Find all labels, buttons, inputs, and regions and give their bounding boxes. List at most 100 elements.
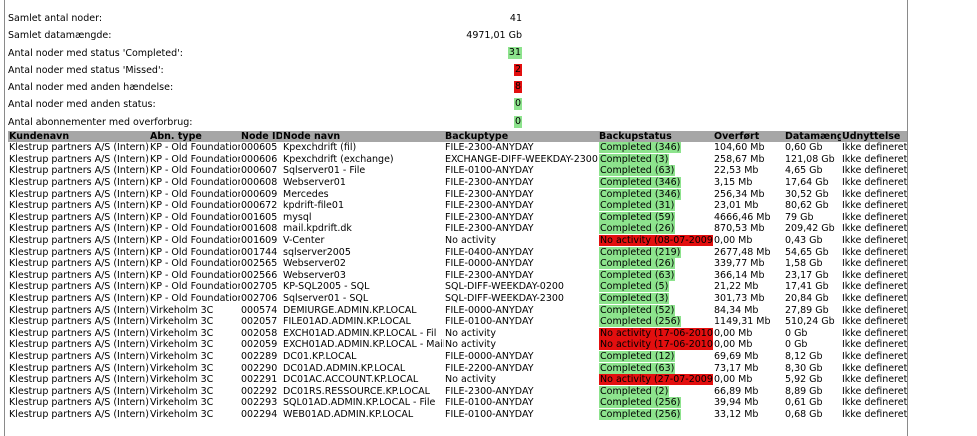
cell-data-amount: 0 Gb [785, 327, 808, 339]
cell-subscription-type: Virkeholm 3C [150, 339, 214, 351]
table-row[interactable]: Klestrup partners A/S (Intern) KP - Old F… [8, 200, 907, 212]
column-header-backup-status[interactable]: Backupstatus [598, 131, 713, 142]
table-row[interactable]: Klestrup partners A/S (Intern) KP - Old F… [8, 235, 908, 247]
status-badge: Completed (12) [599, 350, 676, 362]
cell-data-amount: 209,42 Gb [785, 223, 835, 235]
status-badge: Completed (63) [599, 362, 676, 374]
cell-backup-status: Completed (346) [598, 188, 713, 200]
cell-data-amount: 0,60 Gb [785, 142, 823, 154]
cell-subscription-type: Virkeholm 3C [150, 397, 214, 409]
status-badge: Completed (31) [599, 200, 676, 212]
table-row[interactable]: Klestrup partners A/S (Intern) KP - Old F… [8, 246, 907, 258]
cell-data-amount: 0 Gb [785, 339, 808, 351]
column-header-node-id[interactable]: Node ID [240, 131, 282, 142]
cell-backup-type: No activity [445, 235, 496, 247]
table-row[interactable]: Klestrup partners A/S (Intern) KP - Old F… [8, 211, 908, 224]
cell-subscription-type: Virkeholm 3C [150, 408, 214, 420]
cell-customer: Klestrup partners A/S (Intern) [9, 223, 149, 235]
cell-customer: Klestrup partners A/S (Intern) [9, 200, 149, 212]
cell-utilization: Ikke defineret [842, 385, 908, 397]
cell-node-name: V-Center [283, 235, 325, 247]
cell-customer: Klestrup partners A/S (Intern) [9, 258, 149, 270]
cell-transferred: 39,94 Mb [714, 397, 759, 409]
table-row[interactable]: Klestrup partners A/S (Intern) KP - Old F… [8, 258, 908, 270]
cell-transferred: 0,00 Mb [714, 235, 753, 247]
cell-node-id: 002706 [241, 293, 278, 305]
table-row[interactable]: Klestrup partners A/S (Intern) KP - Old F… [8, 293, 907, 305]
table-row[interactable]: Klestrup partners A/S (Intern) Virkeholm … [8, 362, 907, 374]
cell-backup-type: FILE-2300-ANYDAY [445, 223, 534, 235]
table-row[interactable]: Klestrup partners A/S (Intern) Virkeholm … [8, 397, 908, 409]
table-row[interactable]: Klestrup partners A/S (Intern) KP - Old F… [8, 223, 907, 235]
summary-value: 31 [507, 46, 522, 59]
column-header-subscription-type[interactable]: Abn. type [149, 131, 240, 142]
summary-label: Antal noder med status 'Missed': [8, 64, 164, 76]
column-header-transferred[interactable]: Overført [713, 131, 784, 142]
cell-node-name: SQL01AD.ADMIN.KP.LOCAL - File [283, 397, 436, 409]
table-row[interactable]: Klestrup partners A/S (Intern) KP - Old F… [8, 153, 907, 166]
cell-transferred: 1149,31 Mb [714, 316, 771, 328]
cell-backup-status: Completed (5) [598, 281, 713, 293]
status-badge: Completed (256) [599, 316, 682, 328]
table-row[interactable]: Klestrup partners A/S (Intern) Virkeholm … [8, 350, 907, 363]
column-header-backup-type[interactable]: Backuptype [444, 131, 598, 142]
cell-backup-type: FILE-0000-ANYDAY [445, 304, 534, 316]
column-header-data-amount[interactable]: Datamængde [784, 131, 841, 142]
cell-node-name: DC01AD.ADMIN.KP.LOCAL [283, 362, 406, 374]
cell-utilization: Ikke defineret [842, 258, 908, 270]
cell-node-id: 002293 [241, 397, 278, 409]
table-row[interactable]: Klestrup partners A/S (Intern) KP - Old F… [8, 177, 907, 189]
cell-node-name: FILE01AD.ADMIN.KP.LOCAL [283, 316, 411, 328]
table-row[interactable]: Klestrup partners A/S (Intern) Virkeholm … [8, 408, 908, 421]
cell-backup-type: FILE-0100-ANYDAY [445, 316, 534, 328]
cell-subscription-type: Virkeholm 3C [150, 350, 214, 362]
table-row[interactable]: Klestrup partners A/S (Intern) Virkeholm … [8, 339, 907, 351]
cell-node-name: EXCH01AD.ADMIN.KP.LOCAL - Mail [283, 339, 444, 351]
cell-utilization: Ikke defineret [842, 235, 908, 247]
cell-backup-type: FILE-0100-ANYDAY [445, 165, 534, 177]
cell-utilization: Ikke defineret [842, 211, 908, 223]
cell-customer: Klestrup partners A/S (Intern) [9, 188, 149, 200]
table-row[interactable]: Klestrup partners A/S (Intern) Virkeholm … [8, 385, 908, 397]
cell-backup-status: No activity (08-07-2009) [598, 235, 713, 247]
cell-node-name: kpdrift-file01 [283, 200, 344, 212]
cell-backup-status: Completed (12) [598, 350, 713, 363]
cell-customer: Klestrup partners A/S (Intern) [9, 153, 149, 165]
cell-node-name: DEMIURGE.ADMIN.KP.LOCAL [283, 304, 417, 316]
cell-utilization: Ikke defineret [842, 397, 908, 409]
status-badge: Completed (346) [599, 188, 682, 200]
status-badge: No activity (08-07-2009) [599, 235, 713, 247]
table-row[interactable]: Klestrup partners A/S (Intern) Virkeholm … [8, 316, 907, 328]
cell-customer: Klestrup partners A/S (Intern) [9, 142, 149, 154]
cell-backup-status: Completed (346) [598, 177, 713, 189]
cell-node-id: 002057 [241, 316, 278, 328]
column-header-customer[interactable]: Kundenavn [8, 131, 149, 142]
summary-label: Antal abonnementer med overforbrug: [8, 116, 193, 128]
column-header-node-name[interactable]: Node navn [282, 131, 444, 142]
column-header-utilization[interactable]: Udnyttelse [841, 131, 907, 142]
table-row[interactable]: Klestrup partners A/S (Intern) KP - Old F… [8, 281, 907, 293]
table-row[interactable]: Klestrup partners A/S (Intern) Virkeholm … [8, 374, 907, 386]
summary-label: Samlet antal noder: [8, 13, 103, 24]
cell-data-amount: 8,12 Gb [785, 350, 823, 362]
cell-subscription-type: KP - Old Foundation [150, 188, 240, 200]
table-row[interactable]: Klestrup partners A/S (Intern) Virkeholm … [8, 304, 907, 316]
cell-node-name: WEB01AD.ADMIN.KP.LOCAL [283, 408, 414, 420]
table-row[interactable]: Klestrup partners A/S (Intern) KP - Old F… [8, 165, 907, 177]
cell-subscription-type: KP - Old Foundation [150, 211, 240, 223]
cell-utilization: Ikke defineret [842, 408, 908, 420]
cell-backup-status: Completed (63) [598, 165, 713, 177]
cell-subscription-type: KP - Old Foundation [150, 165, 240, 177]
table-row[interactable]: Klestrup partners A/S (Intern) KP - Old F… [8, 269, 907, 282]
cell-customer: Klestrup partners A/S (Intern) [9, 269, 149, 281]
cell-transferred: 3,15 Mb [714, 177, 753, 189]
cell-node-name: DC01.KP.LOCAL [283, 350, 357, 362]
status-badge: Completed (3) [599, 153, 670, 165]
cell-backup-status: Completed (3) [598, 293, 713, 305]
cell-backup-type: No activity [445, 339, 496, 351]
cell-node-name: mail.kpdrift.dk [283, 223, 352, 235]
table-row[interactable]: Klestrup partners A/S (Intern) KP - Old F… [8, 142, 907, 154]
table-row[interactable]: Klestrup partners A/S (Intern) KP - Old F… [8, 188, 907, 200]
table-row[interactable]: Klestrup partners A/S (Intern) Virkeholm … [8, 327, 907, 340]
cell-data-amount: 17,41 Gb [785, 281, 829, 293]
